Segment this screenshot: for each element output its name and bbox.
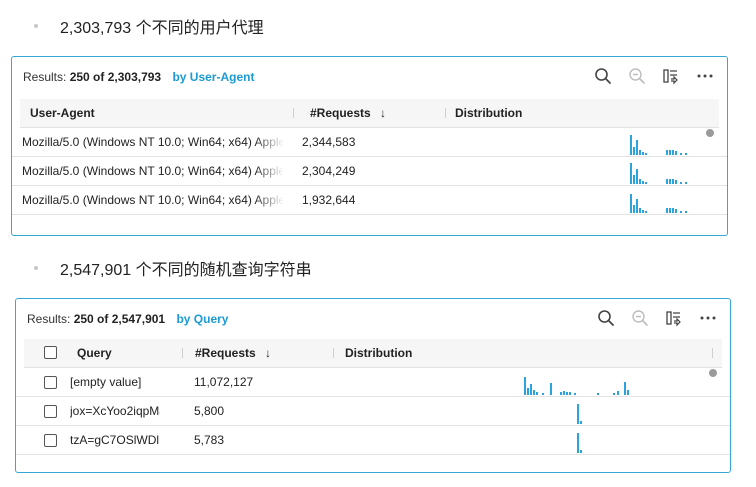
sort-down-icon: ↓ xyxy=(265,346,272,360)
column-resize-handle[interactable] xyxy=(712,348,713,358)
distribution-sparkline xyxy=(630,135,687,155)
user-agent-cell: Mozilla/5.0 (Windows NT 10.0; Win64; x64… xyxy=(22,135,284,149)
column-header-user-agent[interactable]: User-Agent xyxy=(30,99,95,127)
table-row[interactable]: Mozilla/5.0 (Windows NT 10.0; Win64; x64… xyxy=(12,157,727,186)
column-header-requests[interactable]: #Requests ↓ xyxy=(195,339,271,367)
query-cell: [empty value] xyxy=(70,375,142,389)
query-cell: tzA=gC7OSlWDl xyxy=(70,433,160,447)
table-row[interactable]: [empty value] 11,072,127 xyxy=(16,368,730,397)
requests-cell: 1,932,644 xyxy=(302,193,356,207)
distribution-sparkline xyxy=(577,433,582,453)
query-cell: jox=XcYoo2iqpMa xyxy=(70,404,160,418)
heading-text: 2,547,901 个不同的随机查询字符串 xyxy=(60,262,312,279)
distribution-sparkline xyxy=(630,194,687,213)
requests-label: #Requests xyxy=(195,346,256,360)
heading-text: 2,303,793 个不同的用户代理 xyxy=(60,20,264,37)
results-prefix: Results: xyxy=(23,70,67,84)
requests-cell: 2,344,583 xyxy=(302,135,356,149)
text-fade xyxy=(254,128,284,156)
column-settings-icon[interactable] xyxy=(664,308,684,328)
results-count: 250 of 2,547,901 xyxy=(73,312,166,326)
column-header-requests[interactable]: #Requests ↓ xyxy=(310,99,386,127)
sort-down-icon: ↓ xyxy=(380,106,387,120)
requests-cell: 11,072,127 xyxy=(194,375,254,389)
bullet-dot xyxy=(34,24,38,28)
scrollbar-thumb[interactable] xyxy=(709,369,717,377)
table-row[interactable]: Mozilla/5.0 (Windows NT 10.0; Win64; x64… xyxy=(12,128,727,157)
results-summary: Results: 250 of 2,303,793 by User-Agent xyxy=(23,70,254,84)
distribution-sparkline xyxy=(524,377,629,395)
section-heading-query-strings: 2,547,901 个不同的随机查询字符串 xyxy=(34,256,312,280)
column-header-query[interactable]: Query xyxy=(77,339,112,367)
table-row[interactable]: Mozilla/5.0 (Windows NT 10.0; Win64; x64… xyxy=(12,186,727,215)
text-fade xyxy=(254,157,284,185)
table-row[interactable]: tzA=gC7OSlWDl 5,783 xyxy=(16,426,730,455)
table-header: Query #Requests ↓ Distribution xyxy=(24,339,722,368)
table-row[interactable]: jox=XcYoo2iqpMa 5,800 xyxy=(16,397,730,426)
table-header: User-Agent #Requests ↓ Distribution xyxy=(20,99,719,128)
distribution-sparkline xyxy=(577,404,582,424)
row-checkbox[interactable] xyxy=(44,434,57,447)
row-checkbox[interactable] xyxy=(44,376,57,389)
column-header-distribution[interactable]: Distribution xyxy=(345,339,412,367)
panel-header: Results: 250 of 2,303,793 by User-Agent xyxy=(12,57,727,97)
requests-label: #Requests xyxy=(310,106,371,120)
requests-cell: 2,304,249 xyxy=(302,164,356,178)
user-agent-cell: Mozilla/5.0 (Windows NT 10.0; Win64; x64… xyxy=(22,164,284,178)
more-icon[interactable] xyxy=(698,308,718,328)
group-by-link[interactable]: by User-Agent xyxy=(172,70,254,84)
user-agent-panel: Results: 250 of 2,303,793 by User-Agent … xyxy=(11,56,728,236)
distribution-sparkline xyxy=(630,163,687,184)
results-summary: Results: 250 of 2,547,901 by Query xyxy=(27,312,228,326)
zoom-out-icon[interactable] xyxy=(627,66,647,86)
more-icon[interactable] xyxy=(695,66,715,86)
panel-header: Results: 250 of 2,547,901 by Query xyxy=(16,299,730,339)
column-resize-handle[interactable] xyxy=(182,348,183,358)
column-settings-icon[interactable] xyxy=(661,66,681,86)
text-fade xyxy=(254,186,284,214)
panel-toolbar xyxy=(596,308,718,328)
row-checkbox[interactable] xyxy=(44,405,57,418)
column-header-distribution[interactable]: Distribution xyxy=(455,99,522,127)
group-by-link[interactable]: by Query xyxy=(176,312,228,326)
column-resize-handle[interactable] xyxy=(445,108,446,118)
user-agent-cell: Mozilla/5.0 (Windows NT 10.0; Win64; x64… xyxy=(22,193,284,207)
scrollbar-thumb[interactable] xyxy=(706,129,714,137)
requests-cell: 5,800 xyxy=(194,404,225,418)
bullet-dot xyxy=(34,266,38,270)
search-icon[interactable] xyxy=(593,66,613,86)
requests-cell: 5,783 xyxy=(194,433,225,447)
column-resize-handle[interactable] xyxy=(333,348,334,358)
zoom-out-icon[interactable] xyxy=(630,308,650,328)
search-icon[interactable] xyxy=(596,308,616,328)
results-count: 250 of 2,303,793 xyxy=(69,70,162,84)
select-all-checkbox[interactable] xyxy=(44,346,57,359)
panel-toolbar xyxy=(593,66,715,86)
results-prefix: Results: xyxy=(27,312,71,326)
section-heading-user-agents: 2,303,793 个不同的用户代理 xyxy=(34,14,264,38)
query-panel: Results: 250 of 2,547,901 by Query Query… xyxy=(15,298,731,473)
column-resize-handle[interactable] xyxy=(293,108,294,118)
